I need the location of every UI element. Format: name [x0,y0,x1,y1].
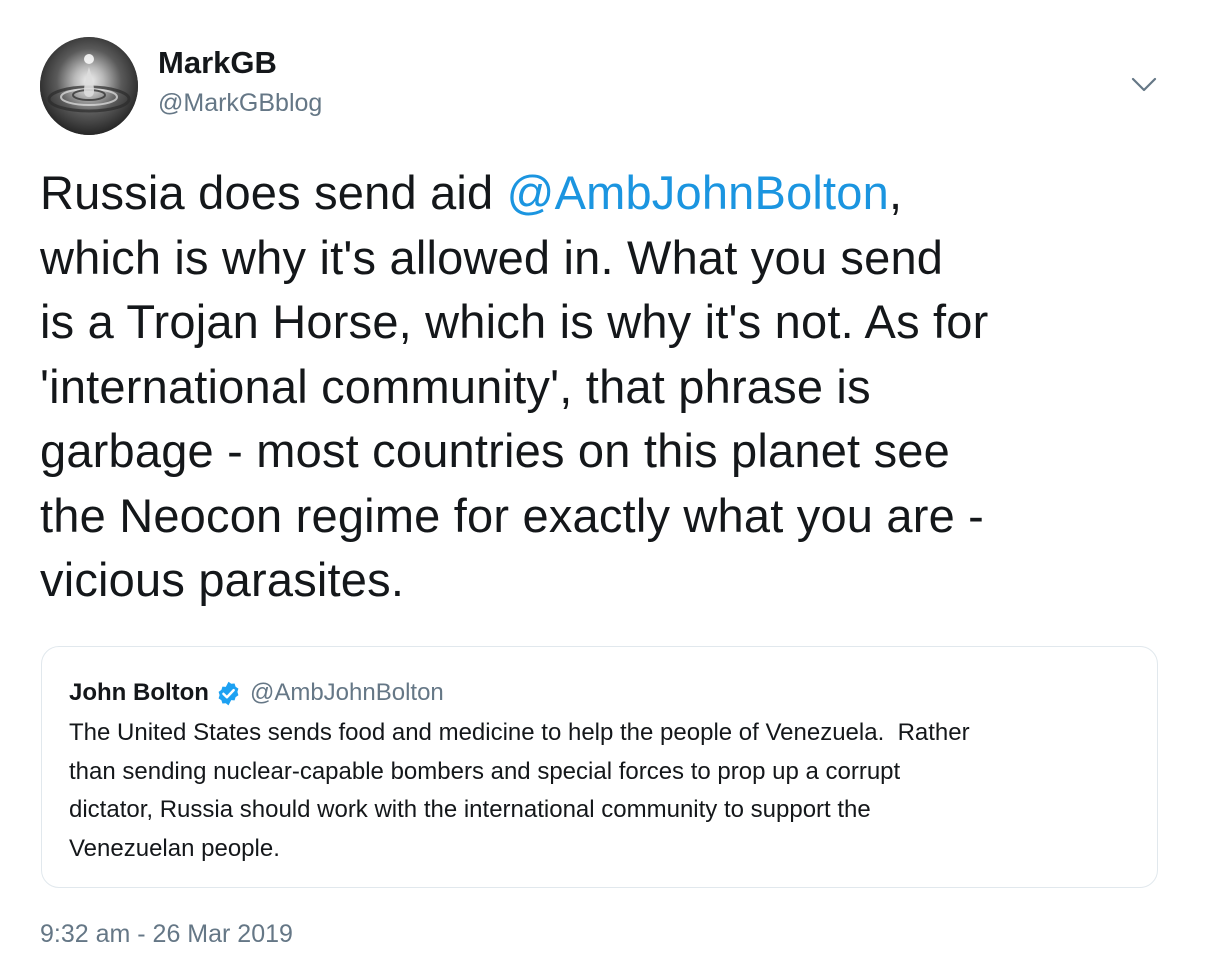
quoted-text-line: than sending nuclear-capable bombers and… [69,757,901,785]
tweet-text-line: garbage - most countries on this planet … [40,424,950,477]
quoted-author-name: John Bolton [69,679,209,706]
tweet-menu-button[interactable] [1128,70,1160,98]
author-avatar[interactable] [40,37,138,135]
tweet-timestamp[interactable]: 9:32 am - 26 Mar 2019 [40,917,293,951]
water-droplet-avatar-icon [40,37,138,135]
mention-link[interactable]: @AmbJohnBolton [507,166,889,219]
quoted-tweet-text: The United States sends food and medicin… [69,714,1144,868]
quoted-text-line: Venezuelan people. [69,834,280,862]
tweet-text-line: is a Trojan Horse, which is why it's not… [40,295,989,348]
tweet-text-line: vicious parasites. [40,553,405,606]
author-handle[interactable]: @MarkGBblog [158,87,322,119]
verified-badge-icon [215,680,242,707]
tweet-text-line: 'international community', that phrase i… [40,359,871,413]
quoted-text-line: The United States sends food and medicin… [69,719,970,746]
tweet-text-line: the Neocon regime for exactly what you a… [40,488,985,542]
tweet-text: Russia does send aid @AmbJohnBolton, whi… [40,161,1180,613]
tweet-text-line: Russia does send aid @AmbJohnBolton, [40,166,903,219]
author-display-name[interactable]: MarkGB [158,44,277,82]
quoted-author-handle: @AmbJohnBolton [249,679,444,706]
chevron-down-icon [1131,77,1157,92]
quoted-tweet-header: John Bolton @AmbJohnBolton [69,677,444,709]
tweet-card: MarkGB @MarkGBblog Russia does send aid … [0,0,1208,970]
quoted-text-line: dictator, Russia should work with the in… [69,796,871,823]
quoted-tweet-card[interactable]: John Bolton @AmbJohnBolton The United St… [41,646,1158,888]
tweet-text-line: which is why it's allowed in. What you s… [40,230,944,284]
